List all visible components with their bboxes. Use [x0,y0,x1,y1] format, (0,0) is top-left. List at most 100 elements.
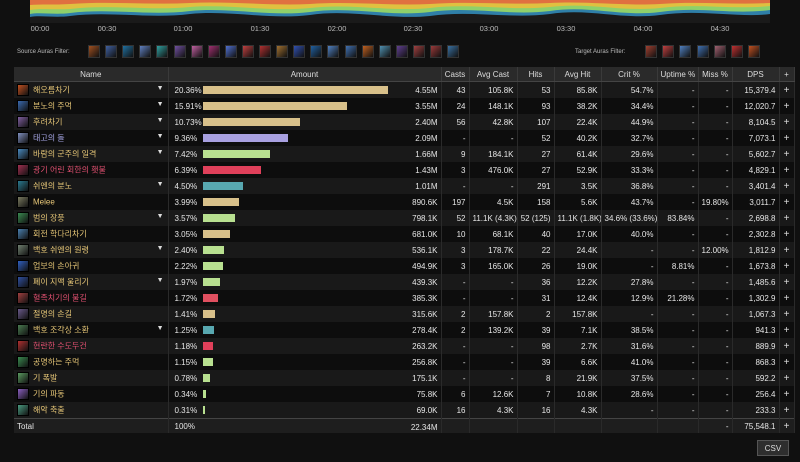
damage-timeline-chart[interactable]: 00:00 00:30 01:00 01:30 02:00 02:30 03:00 03:30… [0,0,800,34]
ability-name-cell[interactable]: 광기 어린 회한의 횃불 [14,162,169,178]
row-expand-button[interactable]: + [779,146,795,162]
source-aura-filter-icon[interactable] [224,45,237,58]
header-avg-cast[interactable]: Avg Cast [469,67,518,82]
ability-name-cell[interactable]: 업보의 손아귀 [14,258,169,274]
row-expand-button[interactable]: + [779,370,795,386]
source-aura-filter-icon[interactable] [293,45,306,58]
expand-caret-icon[interactable]: ▼ [157,101,164,108]
ability-name-cell[interactable]: 절명의 손길 [14,306,169,322]
table-row[interactable]: 백호 쉬엔의 원령 ▼ 2.40% 536.1K 3 178.7K 22 24.4K - -12.… [14,242,795,258]
ability-name[interactable]: 백호 쉬엔의 원령 [33,246,89,255]
expand-caret-icon[interactable]: ▼ [157,181,164,188]
row-expand-button[interactable]: + [779,81,795,98]
source-aura-filter-icon[interactable] [173,45,186,58]
row-expand-button[interactable]: + [779,354,795,370]
ability-name[interactable]: 기의 파동 [33,390,65,399]
expand-caret-icon[interactable]: ▼ [157,117,164,124]
source-aura-filter-icon[interactable] [412,45,425,58]
row-expand-button[interactable]: + [779,98,795,114]
row-expand-button[interactable]: + [779,226,795,242]
source-aura-filter-icon[interactable] [122,45,135,58]
ability-name[interactable]: 범의 장풍 [33,214,65,223]
source-aura-filter-icon[interactable] [207,45,220,58]
table-row[interactable]: 업보의 손아귀 2.22% 494.9K 3 165.0K 26 19.0K -8.81% -1… [14,258,795,274]
row-expand-button[interactable]: + [779,258,795,274]
expand-caret-icon[interactable]: ▼ [157,277,164,284]
source-aura-filter-icon[interactable] [259,45,271,58]
row-expand-button[interactable]: + [779,178,795,194]
target-aura-filter-icon[interactable] [748,45,761,58]
table-row[interactable]: 절명의 손길 1.41% 315.6K 2 157.8K 2 157.8K - - -1,067.… [14,306,795,322]
header-casts[interactable]: Casts [441,67,470,82]
ability-name-cell[interactable]: 혈족치기의 불길 [14,290,169,306]
ability-name[interactable]: Melee [33,198,55,207]
expand-caret-icon[interactable]: ▼ [157,325,164,332]
source-aura-filter-icon[interactable] [361,45,374,58]
ability-name[interactable]: 혈족치기의 불길 [33,294,87,303]
ability-name-cell[interactable]: 태고의 돌 ▼ [14,130,169,146]
ability-name[interactable]: 회전 학다리차기 [33,230,87,239]
ability-name-cell[interactable]: 해악 축출 [14,402,169,419]
ability-name[interactable]: 기 폭발 [33,374,57,383]
row-expand-button[interactable]: + [779,242,795,258]
expand-caret-icon[interactable]: ▼ [157,149,164,156]
row-expand-button[interactable]: + [779,210,795,226]
target-aura-filter-icon[interactable] [731,45,743,58]
table-row[interactable]: 태고의 돌 ▼ 9.36% 2.09M - -52 40.2K 32.7% - -7,073.1 + [14,130,795,146]
header-miss[interactable]: Miss % [698,67,733,82]
table-row[interactable]: 광기 어린 회한의 횃불 6.39% 1.43M 3 476.0K 27 52.9K 33.3… [14,162,795,178]
ability-name[interactable]: 분노의 주먹 [33,102,72,111]
header-dps[interactable]: DPS [732,67,780,82]
ability-name[interactable]: 현란한 수도두건 [33,342,87,351]
row-expand-button[interactable]: + [779,338,795,354]
table-row[interactable]: 회전 학다리차기 3.05% 681.0K 10 68.1K 40 17.0K 40.0% - -… [14,226,795,242]
expand-caret-icon[interactable]: ▼ [157,213,164,220]
ability-name-cell[interactable]: 백호 조각상 소환 ▼ [14,322,169,338]
source-aura-filter-icon[interactable] [430,45,442,58]
table-row[interactable]: 바람의 군주의 일격 ▼ 7.42% 1.66M 9 184.1K 27 61.4K 29.6%… [14,146,795,162]
target-aura-filter-icon[interactable] [713,45,726,58]
total-expand[interactable]: + [779,418,795,433]
ability-name[interactable]: 광기 어린 회한의 횃불 [33,166,106,175]
ability-name-cell[interactable]: 공명하는 주먹 [14,354,169,370]
row-expand-button[interactable]: + [779,130,795,146]
target-aura-filter-icon[interactable] [696,45,709,58]
expand-caret-icon[interactable]: ▼ [157,133,164,140]
header-name[interactable]: Name [14,67,169,82]
ability-name[interactable]: 태고의 돌 [33,134,65,143]
table-row[interactable]: 백호 조각상 소환 ▼ 1.25% 278.4K 2 139.2K 39 7.1K 38.5% -… [14,322,795,338]
header-hits[interactable]: Hits [517,67,555,82]
row-expand-button[interactable]: + [779,402,795,419]
ability-name[interactable]: 절명의 손길 [33,310,72,319]
table-row[interactable]: 분노의 주먹 ▼ 15.91% 3.55M 24 148.1K 93 38.2K 34.4% - -… [14,98,795,114]
ability-name-cell[interactable]: 쉬엔의 분노 ▼ [14,178,169,194]
ability-name-cell[interactable]: 기 폭발 [14,370,169,386]
expand-caret-icon[interactable]: ▼ [157,245,164,252]
header-uptime[interactable]: Uptime % [657,67,699,82]
ability-name-cell[interactable]: 백호 쉬엔의 원령 ▼ [14,242,169,258]
source-aura-filter-icon[interactable] [310,45,323,58]
ability-name[interactable]: 쉬엔의 분노 [33,182,72,191]
target-aura-filter-icon[interactable] [662,45,675,58]
source-aura-filter-icon[interactable] [88,45,100,58]
table-row[interactable]: 폐이 지맥 울리기 ▼ 1.97% 439.3K - -36 12.2K 27.8% - -1,4… [14,274,795,290]
ability-name[interactable]: 업보의 손아귀 [33,262,79,271]
row-expand-button[interactable]: + [779,306,795,322]
ability-name[interactable]: 후려차기 [33,118,62,127]
ability-name[interactable]: 폐이 지맥 울리기 [33,278,89,287]
ability-name-cell[interactable]: 범의 장풍 ▼ [14,210,169,226]
ability-name-cell[interactable]: 현란한 수도두건 [14,338,169,354]
ability-name-cell[interactable]: 기의 파동 [14,386,169,402]
table-row[interactable]: 기 폭발 0.78% 175.1K - -8 21.9K 37.5% - -592.2 + [14,370,795,386]
csv-export-button[interactable]: CSV [757,440,789,456]
source-aura-filter-icon[interactable] [241,45,254,58]
ability-name-cell[interactable]: 해오름차기 ▼ [14,81,169,98]
source-aura-filter-icon[interactable] [139,45,152,58]
row-expand-button[interactable]: + [779,114,795,130]
header-add-column[interactable]: + [779,67,795,82]
row-expand-button[interactable]: + [779,194,795,210]
table-row[interactable]: 혈족치기의 불길 1.72% 385.3K - -31 12.4K 12.9% 21.28% -… [14,290,795,306]
row-expand-button[interactable]: + [779,386,795,402]
ability-name[interactable]: 공명하는 주먹 [33,358,79,367]
ability-name-cell[interactable]: 후려차기 ▼ [14,114,169,130]
